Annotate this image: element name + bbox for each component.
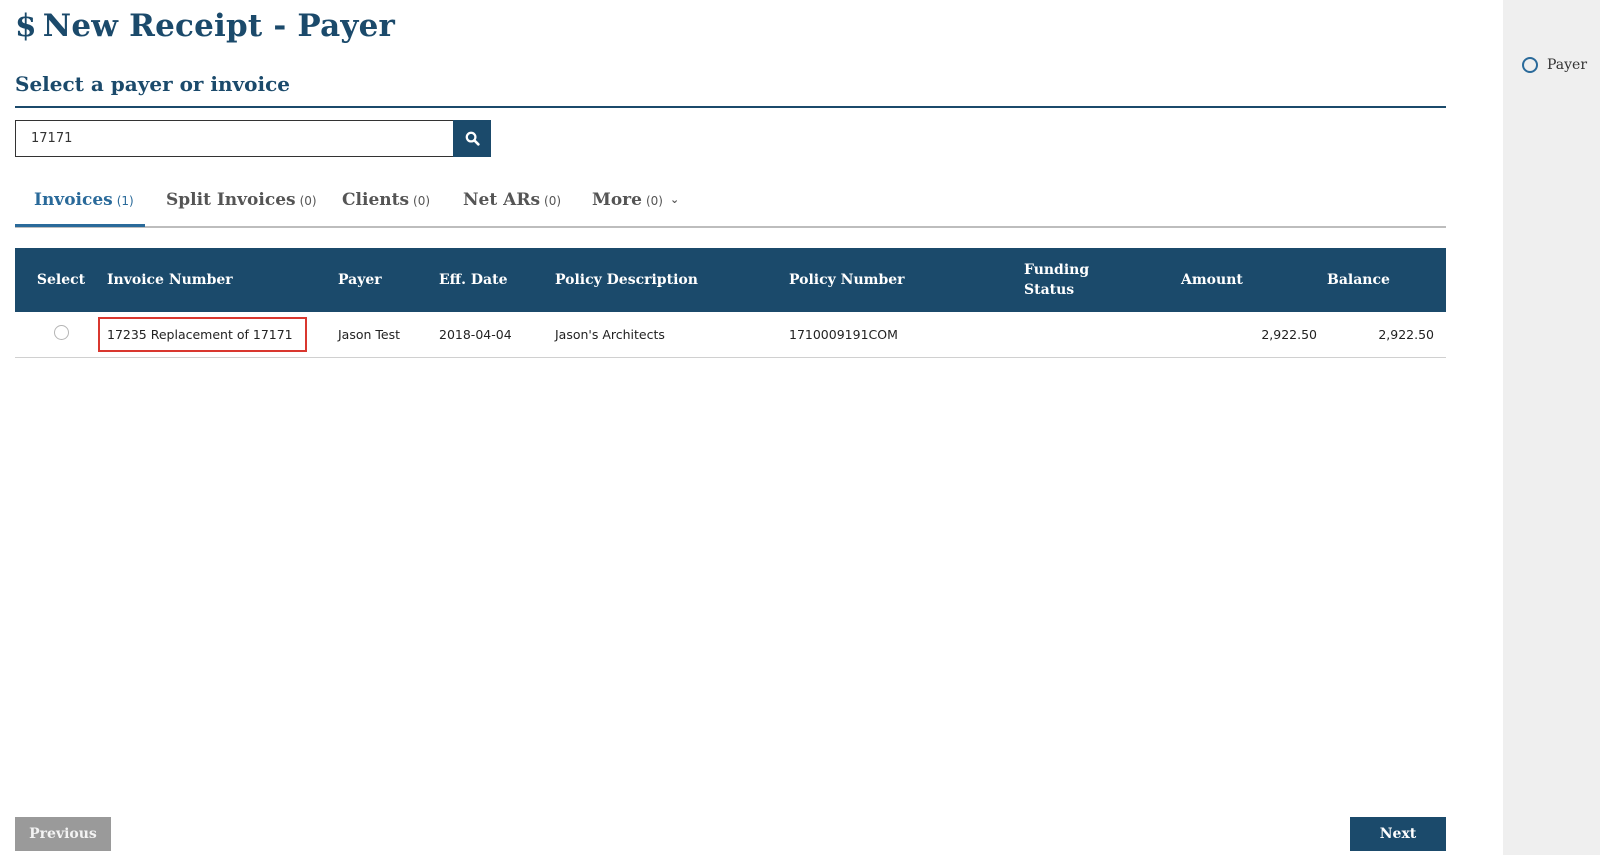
dollar-icon: $	[15, 8, 37, 44]
main-content: $ New Receipt - Payer Select a payer or i…	[15, 0, 1446, 855]
eff-date-cell: 2018-04-04	[439, 312, 555, 358]
wizard-steps-sidebar: Payer	[1503, 0, 1600, 855]
column-header-balance[interactable]: Balance	[1327, 248, 1446, 312]
column-header-funding-status[interactable]: Funding Status	[1024, 248, 1181, 312]
search-icon	[465, 131, 480, 146]
column-header-select: Select	[36, 272, 86, 288]
next-button[interactable]: Next	[1350, 817, 1446, 851]
result-tabs: Invoices (1) Split Invoices (0) Clients (0)…	[15, 186, 1446, 228]
tab-clients[interactable]: Clients (0)	[342, 186, 430, 228]
column-header-eff-date[interactable]: Eff. Date	[439, 248, 555, 312]
section-subtitle: Select a payer or invoice	[15, 72, 291, 96]
tab-label: Split Invoices	[166, 190, 296, 210]
column-header-policy-number[interactable]: Policy Number	[789, 248, 1024, 312]
tab-label: Clients	[342, 190, 410, 210]
section-divider	[15, 106, 1446, 108]
column-header-invoice-number[interactable]: Invoice Number	[107, 248, 338, 312]
tab-more[interactable]: More (0) ⌄	[592, 186, 679, 228]
search-bar	[15, 120, 491, 157]
invoice-number-highlight[interactable]: 17235 Replacement of 17171	[98, 316, 307, 352]
column-header-policy-description[interactable]: Policy Description	[555, 248, 789, 312]
tab-label: More	[592, 190, 642, 210]
column-header-funding-status-line2: Status	[1024, 282, 1075, 298]
row-select-radio[interactable]	[53, 325, 69, 341]
policy-number-cell: 1710009191COM	[789, 312, 1024, 358]
table-row[interactable]: 17235 Replacement of 17171 Jason Test 20…	[15, 312, 1446, 358]
tab-count: (1)	[116, 194, 134, 208]
chevron-down-icon: ⌄	[669, 193, 680, 206]
step-circle-icon	[1522, 57, 1538, 73]
tab-count: (0)	[413, 194, 431, 208]
page-title-text: New Receipt - Payer	[42, 8, 396, 44]
step-label: Payer	[1547, 57, 1588, 73]
page-title: $ New Receipt - Payer	[15, 8, 395, 44]
amount-cell: 2,922.50	[1181, 312, 1327, 358]
tab-net-ars[interactable]: Net ARs (0)	[463, 186, 561, 228]
funding-status-cell	[1024, 312, 1181, 358]
search-input[interactable]	[15, 120, 453, 157]
tab-label: Net ARs	[463, 190, 541, 210]
tab-label: Invoices	[34, 190, 113, 210]
tab-count: (0)	[544, 194, 562, 208]
policy-description-cell: Jason's Architects	[555, 312, 789, 358]
table-header-row: Select Invoice Number Payer Eff. Date Po…	[15, 248, 1446, 312]
previous-button[interactable]: Previous	[15, 817, 111, 851]
tab-count: (0)	[299, 194, 317, 208]
step-item-payer[interactable]: Payer	[1522, 57, 1587, 73]
tab-invoices[interactable]: Invoices (1)	[34, 186, 134, 228]
tab-split-invoices[interactable]: Split Invoices (0)	[166, 186, 317, 228]
column-header-funding-status-line1: Funding	[1024, 262, 1090, 278]
payer-cell: Jason Test	[338, 312, 439, 358]
tab-count: (0)	[645, 194, 663, 208]
invoice-table: Select Invoice Number Payer Eff. Date Po…	[15, 248, 1446, 358]
invoice-number-cell: 17235 Replacement of 17171	[98, 312, 338, 358]
column-header-payer[interactable]: Payer	[338, 248, 439, 312]
active-tab-indicator	[15, 224, 145, 227]
column-header-amount[interactable]: Amount	[1181, 248, 1327, 312]
select-cell	[15, 312, 107, 358]
search-button[interactable]	[453, 120, 491, 157]
balance-cell: 2,922.50	[1327, 312, 1446, 358]
